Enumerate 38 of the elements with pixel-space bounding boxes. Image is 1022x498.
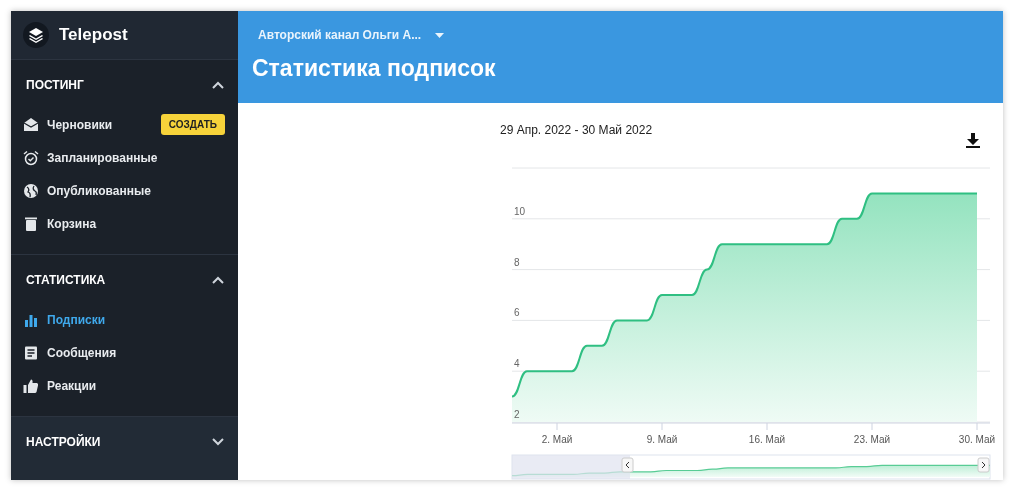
sidebar-item[interactable]: Подписки: [23, 311, 106, 328]
download-icon[interactable]: [966, 133, 980, 148]
globe-icon: [23, 182, 39, 199]
sidebar-item[interactable]: Корзина: [23, 215, 97, 232]
app-name: Telepost: [59, 25, 128, 45]
chevron-icon[interactable]: [212, 81, 224, 89]
envelope-icon: [23, 116, 39, 133]
create-button[interactable]: СОЗДАТЬ: [160, 114, 225, 135]
caret-icon: [435, 32, 445, 38]
sidebar-item[interactable]: Опубликованные: [23, 182, 151, 199]
section-title[interactable]: НАСТРОЙКИ: [26, 435, 101, 449]
section-title[interactable]: ПОСТИНГ: [26, 78, 84, 92]
alarm-icon: [23, 149, 39, 166]
layers-icon: [23, 22, 49, 48]
date-range: 29 Апр. 2022 - 30 Май 2022: [500, 123, 653, 137]
sidebar-item[interactable]: Реакции: [23, 377, 97, 394]
sidebar-item[interactable]: Запланированные: [23, 149, 158, 166]
y-tick-label: 8: [514, 256, 520, 268]
y-tick-label: 4: [514, 358, 520, 370]
x-tick-label: 23. Май: [853, 434, 891, 445]
chevron-icon[interactable]: [212, 276, 224, 284]
section-title[interactable]: СТАТИСТИКА: [26, 273, 106, 287]
thumb-icon: [23, 377, 39, 394]
x-tick-label: 30. Май: [958, 434, 996, 445]
trash-icon: [23, 215, 39, 232]
page-title: Статистика подписок: [252, 55, 497, 82]
right-handle[interactable]: [977, 457, 990, 473]
x-tick-label: 2. Май: [541, 434, 573, 445]
x-tick-label: 9. Май: [646, 434, 678, 445]
sidebar-item[interactable]: Сообщения: [23, 344, 117, 361]
y-tick-label: 2: [514, 409, 520, 420]
sidebar-item[interactable]: Черновики: [23, 116, 113, 133]
left-handle[interactable]: [621, 457, 634, 473]
y-tick-label: 6: [514, 307, 520, 319]
doc-icon: [23, 344, 39, 361]
chevron-icon[interactable]: [212, 438, 224, 446]
x-tick-label: 16. Май: [748, 434, 786, 445]
y-tick-label: 10: [514, 205, 526, 217]
